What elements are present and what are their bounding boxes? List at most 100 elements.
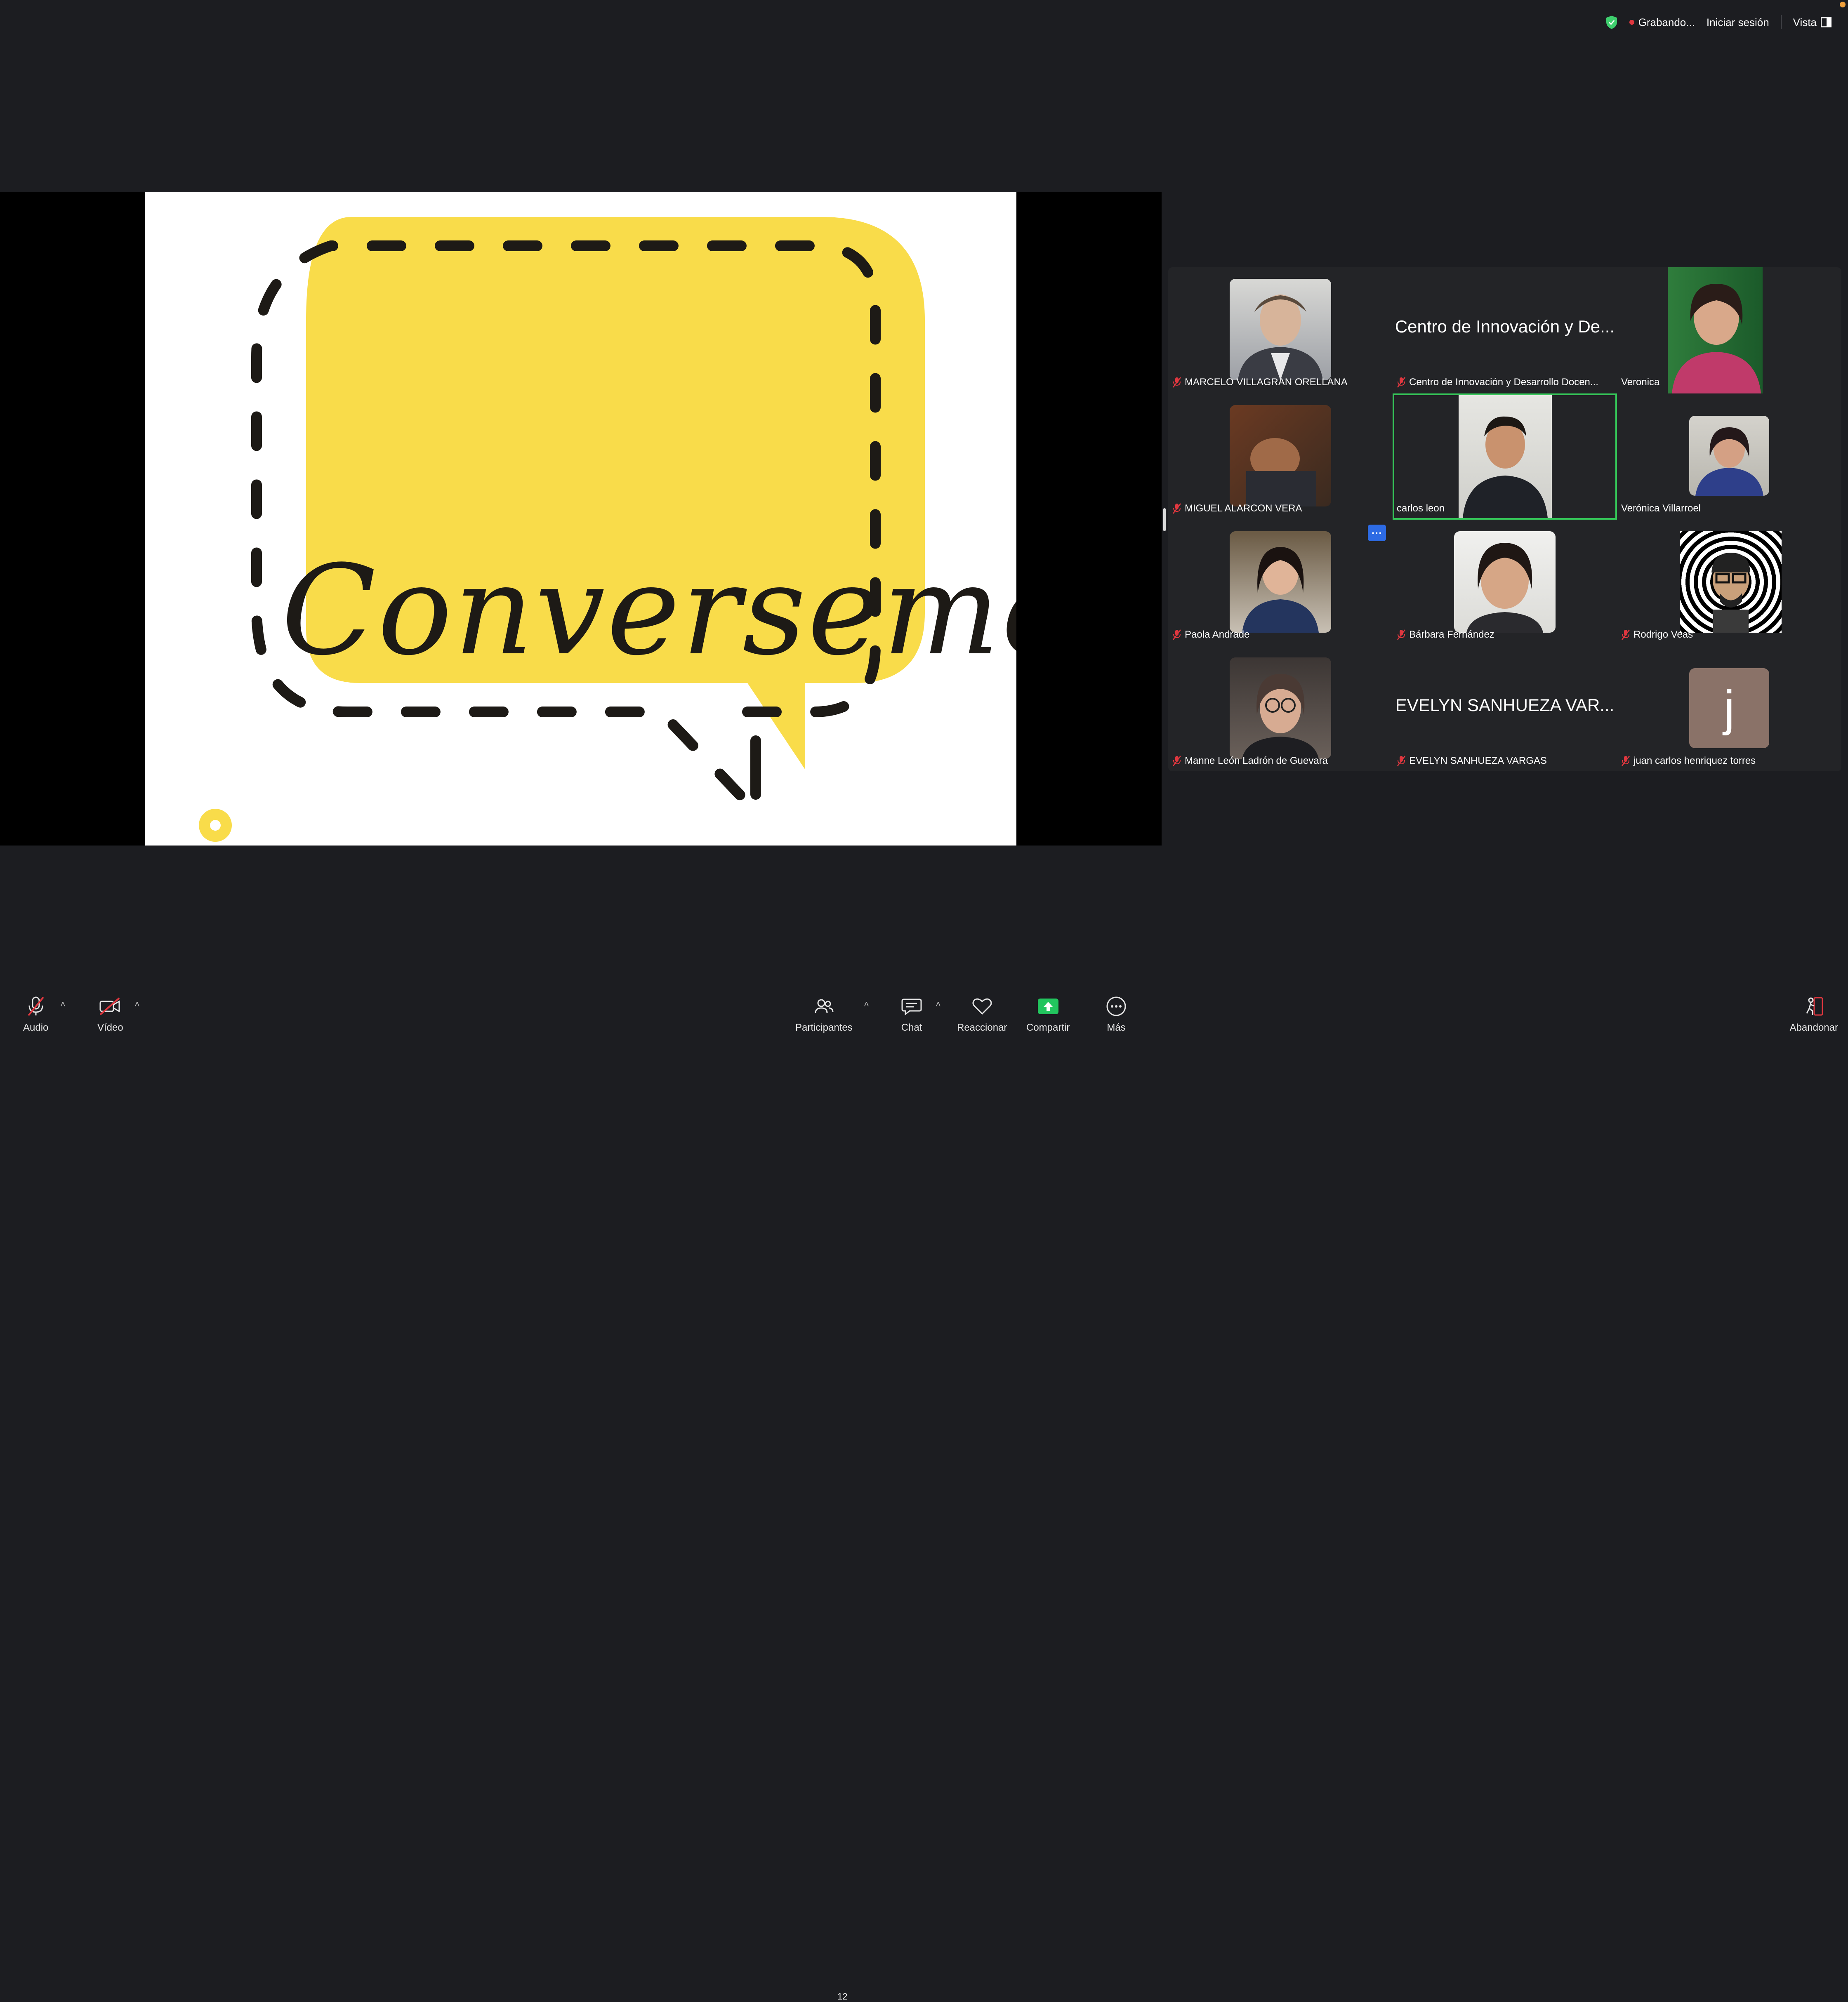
participant-name-tag: Veronica: [1621, 374, 1659, 390]
mic-muted-icon: [1397, 377, 1405, 388]
participant-tile[interactable]: Rodrigo Veas: [1617, 520, 1841, 646]
share-screen-button[interactable]: Compartir: [1026, 995, 1070, 1034]
participant-tile-active-speaker[interactable]: carlos leon: [1393, 393, 1617, 520]
leave-icon: [1802, 995, 1825, 1018]
participant-video: [1680, 531, 1782, 633]
more-label: Más: [1107, 1022, 1126, 1033]
view-label: Vista: [1793, 16, 1817, 28]
participant-video: [1230, 531, 1331, 633]
participant-tile[interactable]: Paola Andrade: [1168, 520, 1393, 646]
participant-name: EVELYN SANHUEZA VARGAS: [1409, 755, 1547, 766]
view-button[interactable]: Vista: [1793, 16, 1832, 29]
audio-label: Audio: [23, 1022, 49, 1033]
participant-tile[interactable]: Centro de Innovación y De... Centro de I…: [1393, 267, 1617, 393]
slide-title-text: Conversemos: [281, 539, 1016, 683]
participant-name-tag: Verónica Villarroel: [1621, 501, 1701, 516]
mic-muted-icon: [24, 995, 47, 1018]
react-label: Reaccionar: [957, 1022, 1007, 1033]
participants-label: Participantes: [795, 1022, 853, 1033]
participant-display-name: Centro de Innovación y De...: [1395, 317, 1615, 336]
slide: Conversemos: [145, 192, 1016, 846]
participant-name-tag: carlos leon: [1397, 501, 1445, 516]
mic-muted-icon: [1397, 756, 1405, 766]
participant-name-tag: MIGUEL ALARCON VERA: [1172, 501, 1302, 516]
participant-name-tag: Rodrigo Veas: [1621, 627, 1693, 643]
leave-label: Abandonar: [1789, 1022, 1838, 1033]
mic-muted-icon: [1622, 756, 1630, 766]
mic-muted-icon: [1173, 377, 1181, 388]
participant-name-tag: Bárbara Fernández: [1397, 627, 1494, 643]
participant-tile[interactable]: j juan carlos henriquez torres: [1617, 646, 1841, 772]
chat-button[interactable]: Chat: [900, 995, 923, 1034]
participant-grid: MARCELO VILLAGRAN ORELLANA Centro de Inn…: [1168, 267, 1841, 771]
meeting-toolbar: Audio ˄ Vídeo ˄ Participantes 12 ˄ Chat …: [0, 990, 1848, 2002]
shield-check-icon: [1606, 16, 1617, 29]
heart-icon: [971, 995, 994, 1018]
share-screen-icon: [1037, 995, 1060, 1018]
audio-options-chevron-icon[interactable]: ˄: [60, 999, 66, 1010]
tile-more-options-button[interactable]: ···: [1368, 525, 1386, 541]
mic-muted-icon: [1173, 756, 1181, 766]
speech-bubble-graphic: [199, 217, 925, 842]
participant-video: [1668, 267, 1763, 393]
participant-name: Centro de Innovación y Desarrollo Docen.…: [1409, 377, 1598, 388]
top-status-bar: Grabando... Iniciar sesión Vista: [1605, 10, 1832, 35]
participant-video: [1230, 657, 1331, 759]
participant-initial: j: [1723, 681, 1735, 736]
security-status[interactable]: [1605, 15, 1618, 29]
participant-tile[interactable]: MARCELO VILLAGRAN ORELLANA: [1168, 267, 1393, 393]
video-button[interactable]: Vídeo: [97, 995, 123, 1034]
chat-options-chevron-icon[interactable]: ˄: [936, 999, 941, 1010]
participant-video: [1230, 405, 1331, 506]
signin-button[interactable]: Iniciar sesión: [1707, 16, 1769, 29]
resize-handle[interactable]: [1163, 508, 1166, 531]
grid-view-icon: [1821, 17, 1832, 28]
video-options-chevron-icon[interactable]: ˄: [134, 999, 140, 1010]
participant-name: Bárbara Fernández: [1409, 629, 1494, 640]
participant-name: Veronica: [1621, 377, 1660, 388]
video-label: Vídeo: [97, 1022, 123, 1033]
participant-name-tag: Paola Andrade: [1172, 627, 1249, 643]
more-button[interactable]: Más: [1105, 995, 1128, 1034]
participants-icon: [812, 995, 835, 1018]
mic-muted-icon: [1622, 629, 1630, 640]
shared-screen[interactable]: Conversemos: [0, 192, 1162, 846]
participant-name-tag: Manne León Ladrón de Guevara: [1172, 753, 1328, 769]
more-ellipsis-icon: [1105, 995, 1128, 1018]
participant-tile[interactable]: EVELYN SANHUEZA VAR... EVELYN SANHUEZA V…: [1393, 646, 1617, 772]
recording-label: Grabando...: [1638, 16, 1695, 28]
participant-name: Rodrigo Veas: [1634, 629, 1693, 640]
participant-name-tag: Centro de Innovación y Desarrollo Docen.…: [1397, 374, 1598, 390]
notification-dot-icon: [1840, 2, 1846, 7]
participant-name: Verónica Villarroel: [1621, 503, 1701, 514]
participant-name: juan carlos henriquez torres: [1634, 755, 1756, 766]
participant-video: [1459, 395, 1552, 518]
ellipsis-icon: ···: [1372, 526, 1382, 539]
participant-name-tag: MARCELO VILLAGRAN ORELLANA: [1172, 374, 1348, 390]
participant-tile[interactable]: Verónica Villarroel: [1617, 393, 1841, 520]
video-off-icon: [99, 995, 122, 1018]
participant-tile[interactable]: MIGUEL ALARCON VERA: [1168, 393, 1393, 520]
participant-name: carlos leon: [1397, 503, 1445, 514]
participants-options-chevron-icon[interactable]: ˄: [864, 999, 869, 1010]
react-button[interactable]: Reaccionar: [957, 995, 1007, 1034]
mic-muted-icon: [1173, 629, 1181, 640]
participant-tile[interactable]: Manne León Ladrón de Guevara: [1168, 646, 1393, 772]
participants-button[interactable]: Participantes: [795, 995, 853, 1034]
participant-video: [1454, 531, 1556, 633]
participant-tile[interactable]: Veronica: [1617, 267, 1841, 393]
participant-name: Paola Andrade: [1185, 629, 1250, 640]
mic-muted-icon: [1173, 503, 1181, 514]
chat-label: Chat: [901, 1022, 922, 1033]
audio-button[interactable]: Audio: [23, 995, 48, 1034]
chat-icon: [900, 995, 923, 1018]
participant-name: MIGUEL ALARCON VERA: [1185, 503, 1302, 514]
participant-name: Manne León Ladrón de Guevara: [1185, 755, 1328, 766]
leave-meeting-button[interactable]: Abandonar: [1790, 995, 1838, 1034]
mic-muted-icon: [1397, 629, 1405, 640]
recording-dot-icon: [1629, 20, 1634, 25]
participant-name-tag: juan carlos henriquez torres: [1621, 753, 1756, 769]
participant-name-tag: EVELYN SANHUEZA VARGAS: [1397, 753, 1547, 769]
participant-tile[interactable]: Bárbara Fernández: [1393, 520, 1617, 646]
recording-indicator[interactable]: Grabando...: [1629, 16, 1695, 29]
